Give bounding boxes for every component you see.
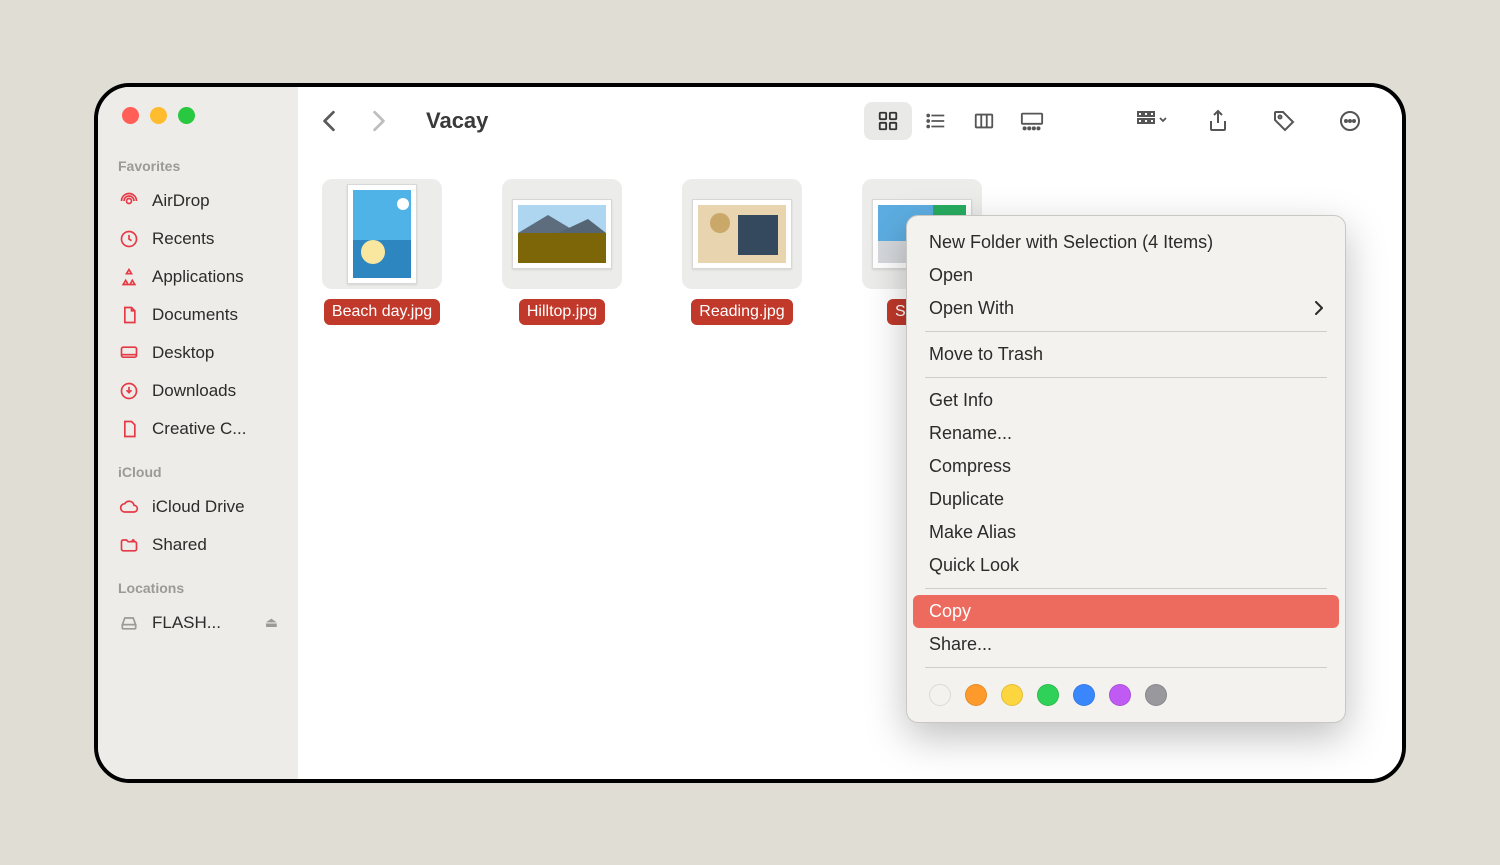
- file-name-label: Beach day.jpg: [324, 299, 440, 325]
- sidebar-item-label: Downloads: [152, 381, 236, 401]
- view-icon-grid[interactable]: [864, 102, 912, 140]
- view-gallery[interactable]: [1008, 102, 1056, 140]
- tag-gray[interactable]: [1145, 684, 1167, 706]
- sidebar-item-icloud-drive[interactable]: iCloud Drive: [98, 488, 298, 526]
- close-button[interactable]: [122, 107, 139, 124]
- applications-icon: [118, 266, 140, 288]
- tag-purple[interactable]: [1109, 684, 1131, 706]
- toolbar: Vacay: [298, 87, 1402, 155]
- zoom-button[interactable]: [178, 107, 195, 124]
- sidebar-item-label: Shared: [152, 535, 207, 555]
- cm-rename[interactable]: Rename...: [913, 417, 1339, 450]
- tag-red[interactable]: [929, 684, 951, 706]
- sidebar-item-applications[interactable]: Applications: [98, 258, 298, 296]
- cm-duplicate[interactable]: Duplicate: [913, 483, 1339, 516]
- cm-open-with[interactable]: Open With: [913, 292, 1339, 325]
- menu-divider: [925, 588, 1327, 589]
- sidebar-item-creative-cloud[interactable]: Creative C...: [98, 410, 298, 448]
- disk-icon: [118, 612, 140, 634]
- traffic-lights: [98, 107, 298, 124]
- sidebar-item-recents[interactable]: Recents: [98, 220, 298, 258]
- file-name-label: Reading.jpg: [691, 299, 792, 325]
- sidebar-item-shared[interactable]: Shared: [98, 526, 298, 564]
- sidebar-item-documents[interactable]: Documents: [98, 296, 298, 334]
- view-mode-group: [864, 102, 1056, 140]
- cm-get-info[interactable]: Get Info: [913, 384, 1339, 417]
- chevron-right-icon: [1315, 301, 1323, 315]
- file-thumbnail: [322, 179, 442, 289]
- menu-divider: [925, 667, 1327, 668]
- download-icon: [118, 380, 140, 402]
- share-button[interactable]: [1196, 102, 1240, 140]
- sidebar-item-label: Documents: [152, 305, 238, 325]
- back-button[interactable]: [322, 110, 350, 132]
- folder-title: Vacay: [426, 108, 488, 134]
- sidebar-item-flash[interactable]: FLASH... ⏏: [98, 604, 298, 642]
- tag-yellow[interactable]: [1001, 684, 1023, 706]
- menu-divider: [925, 377, 1327, 378]
- file-icon: [118, 418, 140, 440]
- minimize-button[interactable]: [150, 107, 167, 124]
- sidebar-item-label: AirDrop: [152, 191, 210, 211]
- eject-icon[interactable]: ⏏: [265, 614, 278, 631]
- sidebar-item-label: iCloud Drive: [152, 497, 245, 517]
- favorites-header: Favorites: [98, 154, 298, 182]
- sidebar-item-desktop[interactable]: Desktop: [98, 334, 298, 372]
- airdrop-icon: [118, 190, 140, 212]
- forward-button[interactable]: [372, 110, 400, 132]
- cm-make-alias[interactable]: Make Alias: [913, 516, 1339, 549]
- shared-folder-icon: [118, 534, 140, 556]
- cm-new-folder-with-selection[interactable]: New Folder with Selection (4 Items): [913, 226, 1339, 259]
- tag-green[interactable]: [1037, 684, 1059, 706]
- locations-header: Locations: [98, 576, 298, 604]
- group-by-button[interactable]: [1130, 102, 1174, 140]
- sidebar-item-label: Desktop: [152, 343, 214, 363]
- context-menu: New Folder with Selection (4 Items) Open…: [906, 215, 1346, 723]
- tag-orange[interactable]: [965, 684, 987, 706]
- more-button[interactable]: [1328, 102, 1372, 140]
- clock-icon: [118, 228, 140, 250]
- file-item[interactable]: Hilltop.jpg: [502, 179, 622, 325]
- desktop-icon: [118, 342, 140, 364]
- menu-divider: [925, 331, 1327, 332]
- sidebar-item-label: Recents: [152, 229, 214, 249]
- cm-compress[interactable]: Compress: [913, 450, 1339, 483]
- icloud-header: iCloud: [98, 460, 298, 488]
- cm-quick-look[interactable]: Quick Look: [913, 549, 1339, 582]
- cm-move-to-trash[interactable]: Move to Trash: [913, 338, 1339, 371]
- file-item[interactable]: Beach day.jpg: [322, 179, 442, 325]
- tag-color-row: [913, 674, 1339, 708]
- cm-copy[interactable]: Copy: [913, 595, 1339, 628]
- file-item[interactable]: Reading.jpg: [682, 179, 802, 325]
- file-thumbnail: [682, 179, 802, 289]
- sidebar-item-label: Applications: [152, 267, 244, 287]
- finder-window: Favorites AirDrop Recents Applications D…: [94, 83, 1406, 783]
- cloud-icon: [118, 496, 140, 518]
- view-columns[interactable]: [960, 102, 1008, 140]
- sidebar-item-label: Creative C...: [152, 419, 246, 439]
- sidebar-item-downloads[interactable]: Downloads: [98, 372, 298, 410]
- document-icon: [118, 304, 140, 326]
- tag-button[interactable]: [1262, 102, 1306, 140]
- file-thumbnail: [502, 179, 622, 289]
- cm-open[interactable]: Open: [913, 259, 1339, 292]
- tag-blue[interactable]: [1073, 684, 1095, 706]
- file-name-label: Hilltop.jpg: [519, 299, 605, 325]
- cm-share[interactable]: Share...: [913, 628, 1339, 661]
- view-list[interactable]: [912, 102, 960, 140]
- sidebar-item-label: FLASH...: [152, 613, 221, 633]
- sidebar-item-airdrop[interactable]: AirDrop: [98, 182, 298, 220]
- sidebar: Favorites AirDrop Recents Applications D…: [98, 87, 298, 779]
